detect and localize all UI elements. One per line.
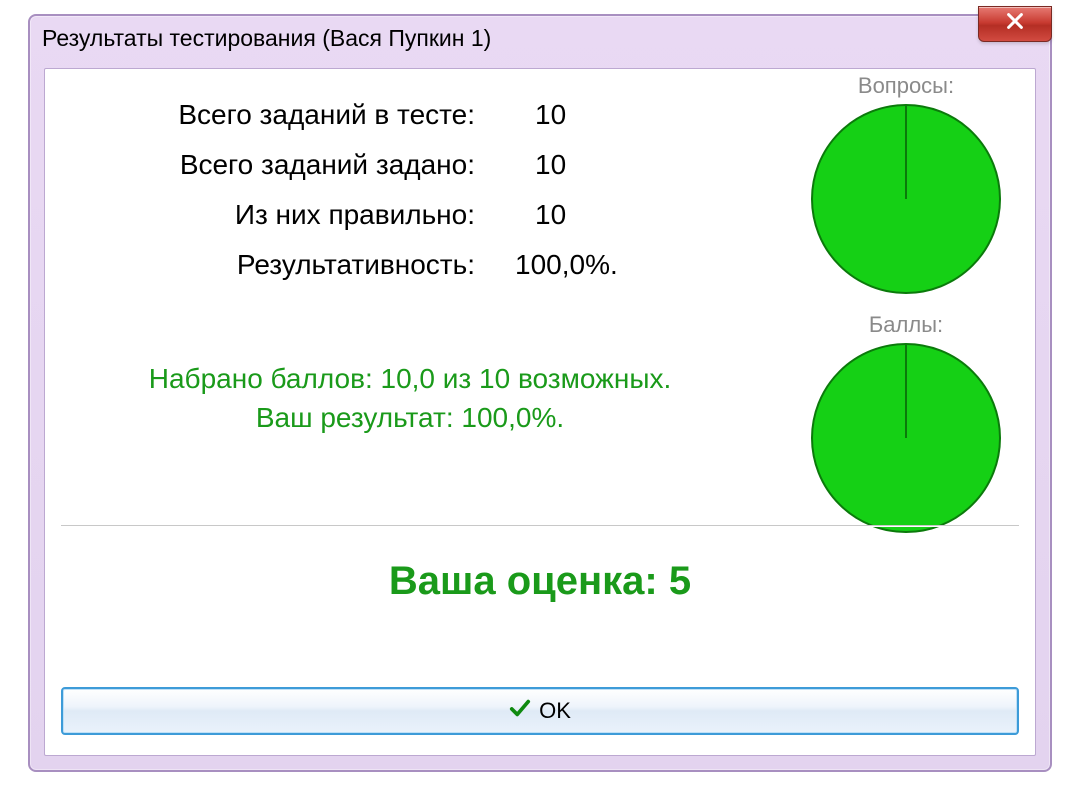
stat-row-effectiveness: Результативность: 100,0%. [45, 249, 775, 281]
stat-row-total: Всего заданий в тесте: 10 [45, 99, 775, 131]
stat-label: Из них правильно: [45, 199, 495, 231]
stat-row-given: Всего заданий задано: 10 [45, 149, 775, 181]
stat-label: Всего заданий в тесте: [45, 99, 495, 131]
window-title: Результаты тестирования (Вася Пупкин 1) [42, 19, 491, 52]
stat-value: 10 [495, 199, 715, 231]
stats-area: Всего заданий в тесте: 10 Всего заданий … [45, 99, 775, 299]
stat-row-correct: Из них правильно: 10 [45, 199, 775, 231]
grade-text: Ваша оценка: 5 [45, 559, 1035, 604]
score-block: Набрано баллов: 10,0 из 10 возможных. Ва… [45, 359, 775, 437]
chart-label: Баллы: [791, 312, 1021, 338]
pie-chart-questions [808, 101, 1004, 297]
chart-questions: Вопросы: [791, 73, 1021, 302]
ok-button[interactable]: OK [61, 687, 1019, 735]
stat-label: Результативность: [45, 249, 495, 281]
score-line-1: Набрано баллов: 10,0 из 10 возможных. [45, 359, 775, 398]
chart-points: Баллы: [791, 312, 1021, 541]
stat-value: 100,0%. [495, 249, 695, 281]
score-line-2: Ваш результат: 100,0%. [45, 398, 775, 437]
ok-button-label: OK [539, 698, 571, 724]
chart-label: Вопросы: [791, 73, 1021, 99]
client-area: Всего заданий в тесте: 10 Всего заданий … [44, 68, 1036, 756]
checkmark-icon [509, 697, 531, 725]
charts-panel: Вопросы: Баллы: [791, 73, 1021, 551]
divider [61, 525, 1019, 527]
dialog-window: Результаты тестирования (Вася Пупкин 1) … [28, 14, 1052, 772]
close-button[interactable] [978, 6, 1052, 42]
titlebar: Результаты тестирования (Вася Пупкин 1) [30, 16, 1050, 54]
stat-value: 10 [495, 99, 715, 131]
pie-chart-points [808, 340, 1004, 536]
close-icon [1004, 10, 1026, 38]
stat-value: 10 [495, 149, 715, 181]
stat-label: Всего заданий задано: [45, 149, 495, 181]
